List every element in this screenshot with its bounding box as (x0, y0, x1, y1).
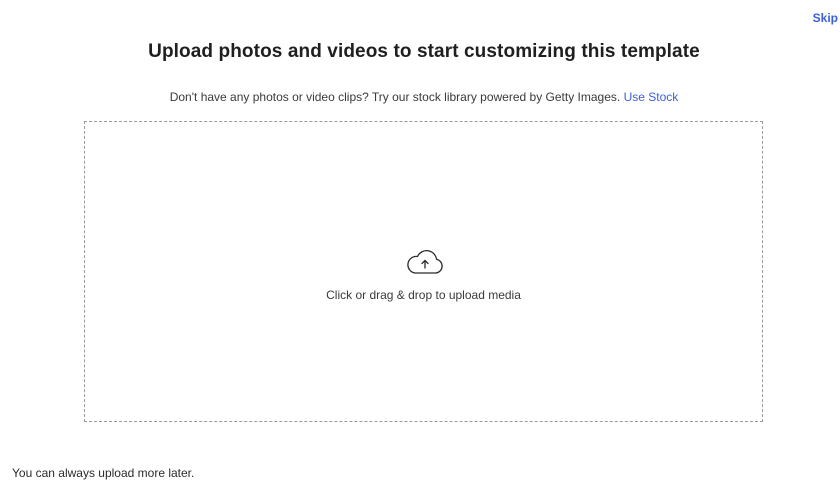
upload-later-note: You can always upload more later. (12, 466, 195, 480)
skip-link[interactable]: Skip (813, 11, 838, 25)
upload-dropzone[interactable]: Click or drag & drop to upload media (84, 121, 763, 422)
cloud-upload-icon (407, 250, 443, 274)
upload-instructions: Click or drag & drop to upload media (326, 288, 521, 302)
upload-media-page: Skip Upload photos and videos to start c… (0, 0, 840, 480)
use-stock-link[interactable]: Use Stock (624, 90, 679, 104)
page-title: Upload photos and videos to start custom… (148, 41, 700, 62)
stock-prompt: Don't have any photos or video clips? Tr… (0, 90, 840, 104)
stock-prompt-text: Don't have any photos or video clips? Tr… (169, 90, 621, 104)
